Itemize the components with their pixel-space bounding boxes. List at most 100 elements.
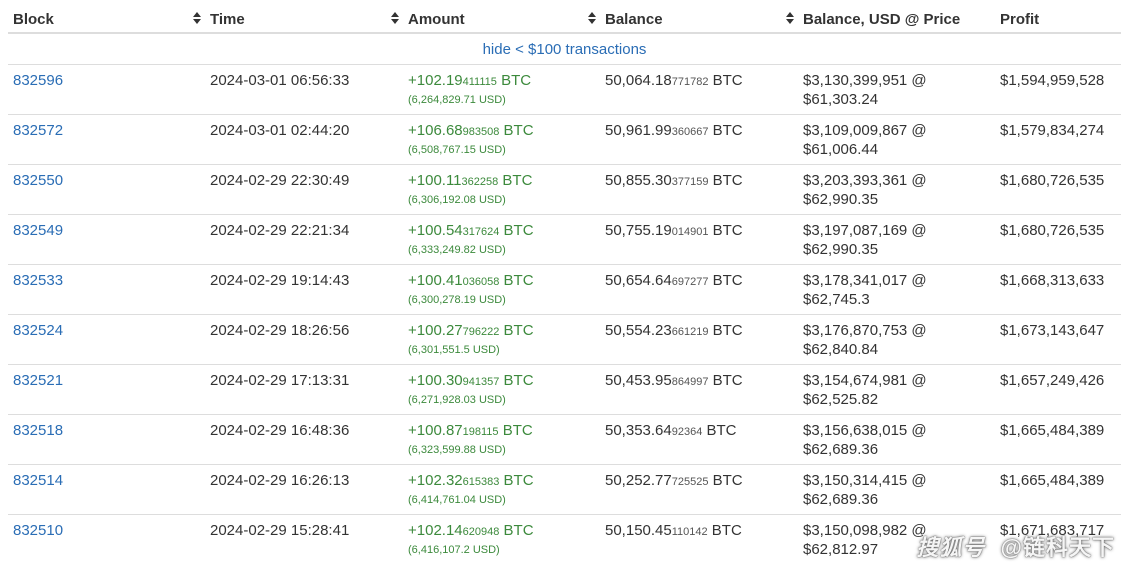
watermark: 搜狐号 @链科天下 <box>916 530 1115 562</box>
column-header-profit[interactable]: Profit <box>995 0 1121 32</box>
balance-usd-cell: $3,203,393,361 @ $62,990.35 <box>798 165 995 214</box>
block-cell: 832533 <box>8 265 205 314</box>
block-link[interactable]: 832596 <box>13 72 63 89</box>
balance-usd-value: $3,150,314,415 @ <box>803 472 927 489</box>
column-header-amount[interactable]: Amount <box>403 0 600 32</box>
column-header-balance[interactable]: Balance <box>600 0 798 32</box>
amount-fraction: 198115 <box>462 426 499 438</box>
amount-fraction: 620948 <box>462 526 500 538</box>
column-header-label: Time <box>210 11 245 28</box>
column-header-block[interactable]: Block <box>8 0 205 32</box>
transactions-table: Block Time Amount Balance Balance, USD @… <box>8 0 1121 565</box>
balance-value: 50,654.64 <box>605 272 672 289</box>
table-row: 832533 2024-02-29 19:14:43 +100.41036058 B… <box>8 265 1121 315</box>
balance-unit: BTC <box>708 372 743 389</box>
block-link[interactable]: 832518 <box>13 422 63 439</box>
balance-usd-value: $3,197,087,169 @ <box>803 222 927 239</box>
time-cell: 2024-02-29 18:26:56 <box>210 322 350 339</box>
column-header-label: Balance, USD @ Price <box>803 11 961 28</box>
amount-value: +102.19 <box>408 72 463 89</box>
amount-usd: (6,508,767.15 USD) <box>408 144 506 156</box>
balance-fraction: 360667 <box>671 126 709 138</box>
balance-unit: BTC <box>702 422 737 439</box>
btc-price: $62,745.3 <box>803 291 870 308</box>
balance-fraction: 697277 <box>671 276 709 288</box>
amount-cell: +100.11362258 BTC (6,306,192.08 USD) <box>403 165 600 214</box>
balance-cell: 50,353.6492364 BTC <box>600 415 798 464</box>
profit-cell: $1,665,484,389 <box>1000 472 1105 489</box>
amount-cell: +102.32615383 BTC (6,414,761.04 USD) <box>403 465 600 514</box>
table-row: 832572 2024-03-01 02:44:20 +106.68983508 B… <box>8 115 1121 165</box>
balance-fraction: 014901 <box>671 226 709 238</box>
table-row: 832514 2024-02-29 16:26:13 +102.32615383 B… <box>8 465 1121 515</box>
amount-fraction: 411115 <box>462 76 497 88</box>
column-header-time[interactable]: Time <box>205 0 403 32</box>
profit-cell: $1,579,834,274 <box>1000 122 1105 139</box>
balance-fraction: 110142 <box>671 526 708 538</box>
amount-unit: BTC <box>496 72 532 89</box>
time-cell: 2024-02-29 16:48:36 <box>210 422 350 439</box>
table-row: 832596 2024-03-01 06:56:33 +102.19411115 B… <box>8 65 1121 115</box>
amount-value: +100.87 <box>408 422 463 439</box>
balance-value: 50,353.64 <box>605 422 672 439</box>
balance-usd-cell: $3,154,674,981 @ $62,525.82 <box>798 365 995 414</box>
balance-unit: BTC <box>708 172 743 189</box>
amount-fraction: 796222 <box>462 326 500 338</box>
balance-usd-value: $3,203,393,361 @ <box>803 172 927 189</box>
balance-usd-cell: $3,150,314,415 @ $62,689.36 <box>798 465 995 514</box>
amount-cell: +100.41036058 BTC (6,300,278.19 USD) <box>403 265 600 314</box>
amount-unit: BTC <box>499 272 534 289</box>
table-row: 832518 2024-02-29 16:48:36 +100.87198115 B… <box>8 415 1121 465</box>
amount-usd: (6,323,599.88 USD) <box>408 444 506 456</box>
balance-fraction: 771782 <box>671 76 709 88</box>
time-cell: 2024-03-01 02:44:20 <box>210 122 350 139</box>
block-link[interactable]: 832550 <box>13 172 63 189</box>
block-link[interactable]: 832524 <box>13 322 63 339</box>
balance-value: 50,755.19 <box>605 222 672 239</box>
block-cell: 832514 <box>8 465 205 514</box>
sort-icon[interactable] <box>588 12 596 24</box>
table-row: 832521 2024-02-29 17:13:31 +100.30941357 B… <box>8 365 1121 415</box>
block-cell: 832596 <box>8 65 205 114</box>
btc-price: $62,990.35 <box>803 191 879 208</box>
balance-unit: BTC <box>708 222 743 239</box>
block-cell: 832550 <box>8 165 205 214</box>
sort-icon[interactable] <box>391 12 399 24</box>
balance-usd-cell: $3,176,870,753 @ $62,840.84 <box>798 315 995 364</box>
profit-cell: $1,680,726,535 <box>1000 172 1105 189</box>
block-link[interactable]: 832510 <box>13 522 63 539</box>
balance-value: 50,064.18 <box>605 72 672 89</box>
amount-unit: BTC <box>499 472 534 489</box>
balance-usd-cell: $3,130,399,951 @ $61,303.24 <box>798 65 995 114</box>
block-cell: 832510 <box>8 515 205 565</box>
time-cell: 2024-02-29 19:14:43 <box>210 272 350 289</box>
balance-cell: 50,453.95864997 BTC <box>600 365 798 414</box>
balance-unit: BTC <box>708 72 743 89</box>
block-link[interactable]: 832521 <box>13 372 63 389</box>
amount-fraction: 615383 <box>462 476 500 488</box>
column-header-balance-usd[interactable]: Balance, USD @ Price <box>798 0 995 32</box>
sort-icon[interactable] <box>786 12 794 24</box>
block-link[interactable]: 832514 <box>13 472 63 489</box>
balance-cell: 50,150.45110142 BTC <box>600 515 798 565</box>
block-cell: 832518 <box>8 415 205 464</box>
block-link[interactable]: 832572 <box>13 122 63 139</box>
amount-usd: (6,271,928.03 USD) <box>408 394 506 406</box>
amount-usd: (6,264,829.71 USD) <box>408 94 506 106</box>
amount-unit: BTC <box>498 422 533 439</box>
btc-price: $62,525.82 <box>803 391 879 408</box>
amount-usd: (6,300,278.19 USD) <box>408 294 506 306</box>
amount-unit: BTC <box>498 172 533 189</box>
block-link[interactable]: 832549 <box>13 222 63 239</box>
sort-icon[interactable] <box>193 12 201 24</box>
block-link[interactable]: 832533 <box>13 272 63 289</box>
balance-fraction: 377159 <box>671 176 709 188</box>
table-row: 832549 2024-02-29 22:21:34 +100.54317624 B… <box>8 215 1121 265</box>
hide-small-transactions-link[interactable]: hide < $100 transactions <box>483 41 647 58</box>
balance-value: 50,855.30 <box>605 172 672 189</box>
column-header-label: Amount <box>408 11 465 28</box>
time-cell: 2024-02-29 15:28:41 <box>210 522 350 539</box>
balance-usd-value: $3,156,638,015 @ <box>803 422 927 439</box>
btc-price: $61,303.24 <box>803 91 879 108</box>
balance-value: 50,150.45 <box>605 522 672 539</box>
